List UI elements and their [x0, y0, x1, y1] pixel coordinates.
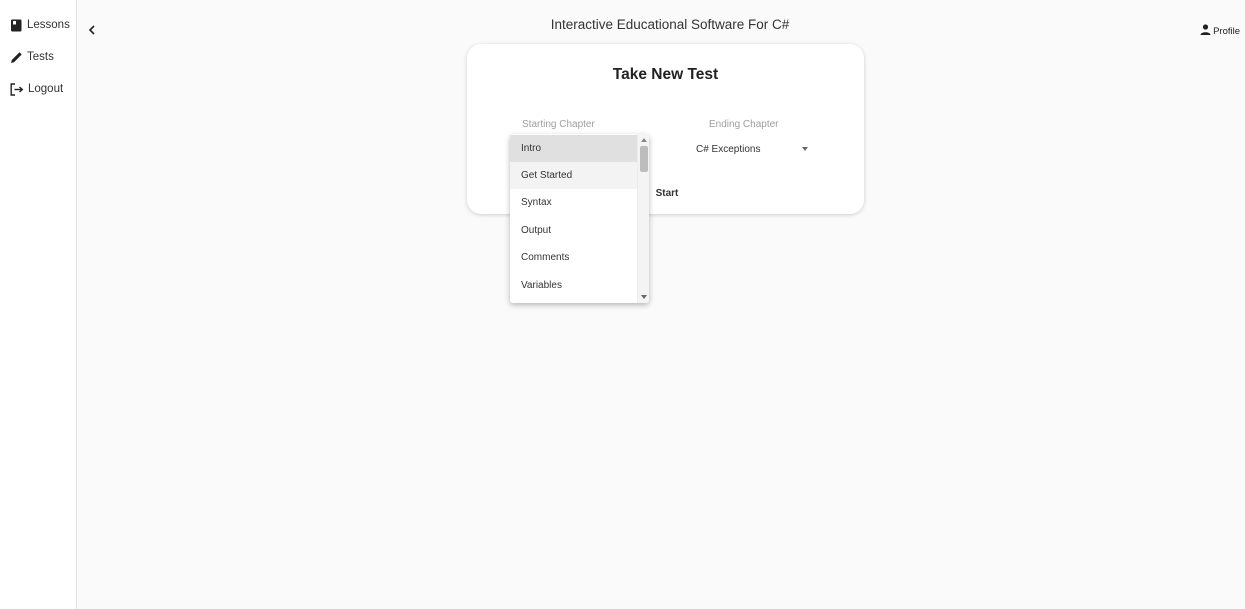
- app-title: Interactive Educational Software For C#: [550, 17, 790, 32]
- sidebar-item-label: Tests: [27, 51, 54, 63]
- starting-chapter-label: Starting Chapter: [522, 119, 595, 130]
- dropdown-option-get-started[interactable]: Get Started: [510, 162, 637, 189]
- dropdown-scrollbar[interactable]: [637, 134, 649, 303]
- person-icon: [1200, 24, 1211, 38]
- scroll-down-icon[interactable]: [641, 295, 647, 299]
- collapse-sidebar-button[interactable]: [84, 22, 100, 40]
- pencil-icon: [10, 51, 23, 64]
- dropdown-arrow-icon: [802, 147, 808, 151]
- chevron-left-icon: [88, 22, 96, 40]
- dropdown-option-output[interactable]: Output: [510, 217, 637, 244]
- starting-chapter-dropdown[interactable]: Intro Get Started Syntax Output Comments…: [510, 134, 649, 303]
- dropdown-option-intro[interactable]: Intro: [510, 135, 637, 162]
- book-icon: [10, 19, 23, 32]
- logout-icon: [10, 82, 24, 96]
- sidebar: Lessons Tests Logout: [0, 0, 77, 609]
- scroll-up-icon[interactable]: [641, 138, 647, 142]
- profile-label: Profile: [1213, 25, 1240, 37]
- start-button[interactable]: Start: [647, 183, 687, 203]
- card-title: Take New Test: [612, 66, 719, 83]
- dropdown-option-syntax[interactable]: Syntax: [510, 189, 637, 216]
- ending-chapter-label: Ending Chapter: [709, 119, 779, 130]
- ending-chapter-select[interactable]: C# Exceptions: [696, 138, 808, 162]
- scroll-thumb[interactable]: [640, 146, 648, 172]
- sidebar-item-tests[interactable]: Tests: [10, 47, 54, 67]
- ending-chapter-value: C# Exceptions: [696, 144, 761, 155]
- sidebar-item-label: Lessons: [27, 19, 70, 31]
- sidebar-item-lessons[interactable]: Lessons: [10, 15, 70, 35]
- dropdown-option-variables[interactable]: Variables: [510, 272, 637, 299]
- dropdown-option-comments[interactable]: Comments: [510, 244, 637, 271]
- sidebar-item-label: Logout: [28, 83, 64, 95]
- sidebar-item-logout[interactable]: Logout: [10, 79, 63, 99]
- profile-button[interactable]: Profile: [1200, 24, 1240, 38]
